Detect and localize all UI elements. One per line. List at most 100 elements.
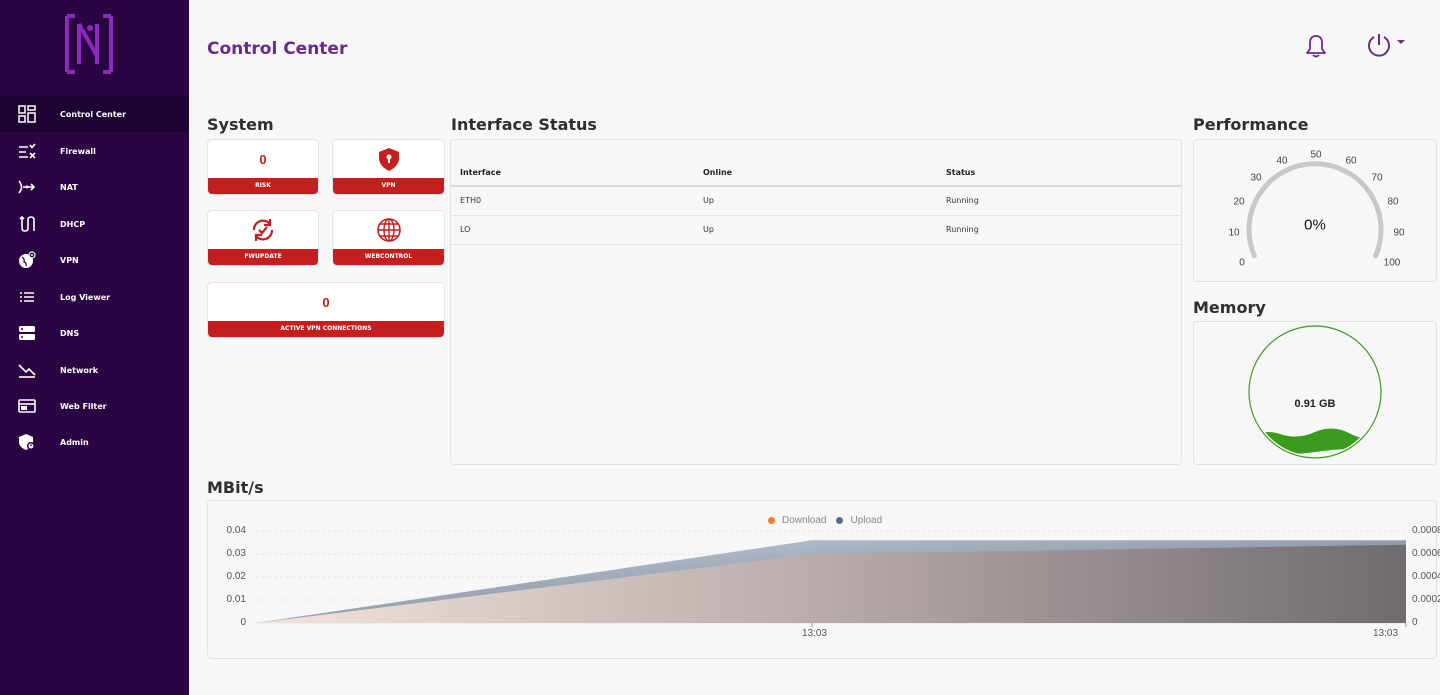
performance-value: 0% [1304, 216, 1326, 234]
vpn-globe-icon [18, 251, 36, 269]
system-title: System [207, 115, 274, 134]
gauge-tick: 60 [1345, 155, 1357, 167]
interface-cell: ETH0 [451, 186, 694, 216]
sidebar-item-label: Control Center [60, 109, 127, 119]
performance-panel: 0 10 20 30 40 50 60 70 80 90 100 0% [1193, 139, 1437, 282]
sidebar-item-label: Firewall [60, 146, 96, 156]
sidebar-item-label: Admin [60, 437, 89, 447]
gauge-tick: 50 [1310, 149, 1322, 161]
online-cell: Up [694, 186, 937, 216]
download-area-series [256, 544, 1406, 623]
y-tick-label: 0.01 [226, 594, 246, 605]
y-tick-label: 0.02 [226, 571, 246, 582]
gauge-tick: 40 [1276, 155, 1288, 167]
column-header: Online [694, 160, 937, 187]
sidebar-item-label: Network [60, 365, 99, 375]
sidebar-item-dns[interactable]: DNS [0, 315, 189, 351]
gauge-tick: 80 [1387, 196, 1399, 208]
memory-wave-gauge [1248, 325, 1382, 459]
performance-title: Performance [1193, 115, 1309, 134]
y2-tick-label: 0.0006 [1412, 548, 1440, 559]
y2-tick-label: 0.0004 [1412, 571, 1440, 582]
webcontrol-label: WEBCONTROL [333, 249, 444, 265]
column-header: Status [937, 160, 1181, 187]
fwupdate-label: FWUPDATE [208, 249, 318, 265]
table-row[interactable]: LO Up Running [451, 215, 1181, 245]
active-vpn-value: 0 [322, 295, 330, 310]
x-tick-label: 13:03 [1373, 628, 1399, 639]
sidebar-item-dhcp[interactable]: DHCP [0, 206, 189, 242]
vpn-label: VPN [333, 178, 444, 194]
sidebar-item-network[interactable]: Network [0, 352, 189, 388]
sidebar-item-web-filter[interactable]: Web Filter [0, 388, 189, 424]
sidebar-item-admin[interactable]: Admin [0, 424, 189, 460]
interface-table: Interface Online Status ETH0 Up Running … [451, 160, 1181, 245]
nat-icon [18, 178, 36, 196]
performance-gauge [1246, 161, 1384, 259]
fwupdate-card[interactable]: FWUPDATE [207, 210, 319, 266]
risk-value: 0 [259, 152, 267, 167]
chevron-down-icon[interactable] [1397, 40, 1405, 44]
sidebar-item-label: DHCP [60, 219, 86, 229]
sidebar-item-vpn[interactable]: VPN [0, 242, 189, 278]
list-icon [18, 288, 36, 306]
table-row[interactable]: ETH0 Up Running [451, 186, 1181, 216]
sidebar-item-label: NAT [60, 182, 78, 192]
notification-bell-icon[interactable] [1303, 33, 1329, 59]
sidebar-item-nat[interactable]: NAT [0, 169, 189, 205]
dhcp-icon [18, 215, 36, 233]
y-tick-label: 0.03 [226, 548, 246, 559]
memory-title: Memory [1193, 298, 1266, 317]
power-icon[interactable] [1365, 31, 1393, 59]
interface-cell: LO [451, 215, 694, 245]
page-title: Control Center [207, 39, 348, 59]
status-cell: Running [937, 186, 1181, 216]
sidebar: Control Center Firewall NAT DHCP VPN Log… [0, 0, 189, 695]
webcontrol-card[interactable]: WEBCONTROL [332, 210, 445, 266]
sidebar-item-label: Web Filter [60, 401, 107, 411]
vpn-card[interactable]: VPN [332, 139, 445, 195]
gauge-tick: 90 [1393, 227, 1405, 239]
sidebar-item-firewall[interactable]: Firewall [0, 133, 189, 169]
gauge-tick: 20 [1233, 196, 1245, 208]
brand-logo[interactable] [65, 14, 113, 74]
status-cell: Running [937, 215, 1181, 245]
sidebar-item-label: DNS [60, 328, 80, 338]
y2-tick-label: 0.0002 [1412, 594, 1440, 605]
column-header: Interface [451, 160, 694, 187]
y-tick-label: 0.04 [226, 525, 246, 536]
dashboard-icon [18, 105, 36, 123]
interface-status-panel: Interface Online Status ETH0 Up Running … [450, 139, 1182, 465]
sidebar-item-label: VPN [60, 255, 79, 265]
firewall-icon [18, 142, 36, 160]
gauge-tick: 100 [1383, 257, 1401, 269]
y2-tick-label: 0.0008 [1412, 525, 1440, 536]
active-vpn-label: ACTIVE VPN CONNECTIONS [208, 321, 444, 337]
risk-card[interactable]: 0 RISK [207, 139, 319, 195]
online-cell: Up [694, 215, 937, 245]
vpn-shield-icon [376, 146, 402, 172]
risk-label: RISK [208, 178, 318, 194]
y2-tick-label: 0 [1412, 617, 1418, 628]
active-vpn-card[interactable]: 0 ACTIVE VPN CONNECTIONS [207, 282, 445, 338]
chart-title: MBit/s [207, 478, 264, 497]
memory-value: 0.91 GB [1294, 398, 1336, 410]
chart-panel: Download Upload 0 0.01 0.02 0.03 0.04 0 0.000… [207, 500, 1440, 659]
admin-shield-icon [18, 433, 36, 451]
sidebar-item-log-viewer[interactable]: Log Viewer [0, 279, 189, 315]
server-icon [18, 324, 36, 342]
memory-panel: 0.91 GB [1193, 321, 1437, 465]
network-icon [18, 361, 36, 379]
table-header-row: Interface Online Status [451, 160, 1181, 187]
y-tick-label: 0 [240, 617, 246, 628]
refresh-check-icon [250, 217, 276, 243]
web-filter-icon [18, 397, 36, 415]
gauge-tick: 70 [1371, 172, 1383, 184]
x-tick-label: 13:03 [802, 628, 828, 639]
sidebar-item-control-center[interactable]: Control Center [0, 96, 189, 132]
sidebar-item-label: Log Viewer [60, 292, 111, 302]
gauge-tick: 10 [1228, 227, 1240, 239]
globe-icon [376, 217, 402, 243]
gauge-tick: 0 [1239, 257, 1245, 269]
interface-status-title: Interface Status [451, 115, 597, 134]
